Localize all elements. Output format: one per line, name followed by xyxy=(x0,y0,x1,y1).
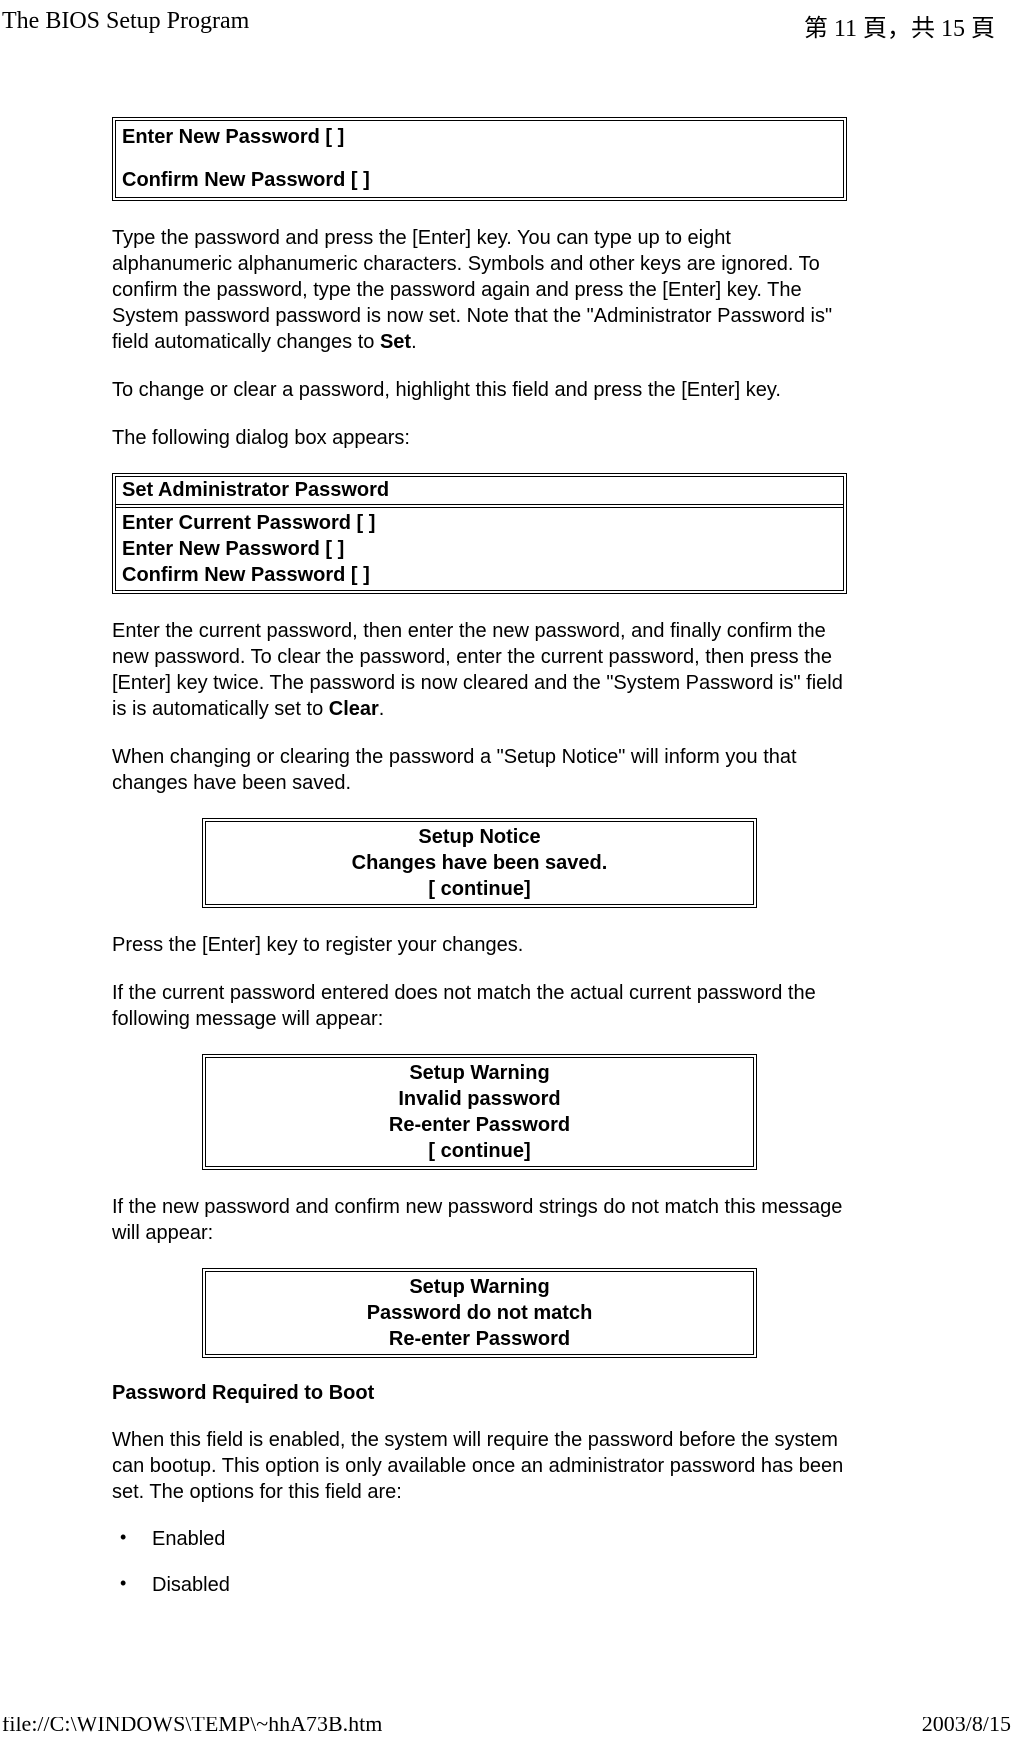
warning-message: Password do not match xyxy=(212,1300,747,1326)
notice-title: Setup Notice xyxy=(212,824,747,850)
options-list: Enabled Disabled xyxy=(112,1527,847,1597)
paragraph: Enter the current password, then enter t… xyxy=(112,618,847,722)
password-entry-box: Enter New Password [ ] Confirm New Passw… xyxy=(112,117,847,201)
confirm-new-password-field: Confirm New Password [ ] xyxy=(122,562,837,588)
warning-title: Setup Warning xyxy=(212,1274,747,1300)
paragraph-text: . xyxy=(411,331,417,353)
warning-instruction: Re-enter Password xyxy=(212,1326,747,1352)
paragraph: Type the password and press the [Enter] … xyxy=(112,225,847,355)
paragraph: If the current password entered does not… xyxy=(112,980,847,1032)
warning-instruction: Re-enter Password xyxy=(212,1112,747,1138)
paragraph: Press the [Enter] key to register your c… xyxy=(112,932,847,958)
clear-label: Clear xyxy=(329,698,379,720)
notice-message: Changes have been saved. xyxy=(212,850,747,876)
paragraph-text: Type the password and press the [Enter] … xyxy=(112,227,832,353)
paragraph: To change or clear a password, highlight… xyxy=(112,377,847,403)
footer-date: 2003/8/15 xyxy=(922,1717,1011,1735)
continue-prompt: [ continue] xyxy=(212,876,747,902)
paragraph-text: Enter the current password, then enter t… xyxy=(112,620,843,720)
box-title: Set Administrator Password xyxy=(116,477,843,508)
file-path: file://C:\WINDOWS\TEMP\~hhA73B.htm xyxy=(2,1717,382,1735)
document-content: Enter New Password [ ] Confirm New Passw… xyxy=(112,117,847,1597)
setup-warning-invalid-box: Setup Warning Invalid password Re-enter … xyxy=(202,1054,757,1170)
enter-current-password-field: Enter Current Password [ ] xyxy=(122,510,837,536)
setup-notice-box: Setup Notice Changes have been saved. [ … xyxy=(202,818,757,908)
list-item: Enabled xyxy=(112,1527,847,1551)
enter-new-password-field: Enter New Password [ ] xyxy=(122,125,837,150)
page-indicator: 第 11 頁，共 15 頁 xyxy=(804,8,995,43)
paragraph: When this field is enabled, the system w… xyxy=(112,1427,847,1505)
warning-message: Invalid password xyxy=(212,1086,747,1112)
section-heading: Password Required to Boot xyxy=(112,1382,847,1405)
page-footer: file://C:\WINDOWS\TEMP\~hhA73B.htm 2003/… xyxy=(0,1717,1013,1735)
set-label: Set xyxy=(380,331,411,353)
set-admin-password-box: Set Administrator Password Enter Current… xyxy=(112,473,847,594)
paragraph: If the new password and confirm new pass… xyxy=(112,1194,847,1246)
doc-title: The BIOS Setup Program xyxy=(2,8,249,43)
confirm-new-password-field: Confirm New Password [ ] xyxy=(122,168,837,193)
paragraph: When changing or clearing the password a… xyxy=(112,744,847,796)
warning-title: Setup Warning xyxy=(212,1060,747,1086)
paragraph: The following dialog box appears: xyxy=(112,425,847,451)
paragraph-text: . xyxy=(379,698,385,720)
page-header: The BIOS Setup Program 第 11 頁，共 15 頁 xyxy=(0,0,1013,47)
setup-warning-mismatch-box: Setup Warning Password do not match Re-e… xyxy=(202,1268,757,1358)
enter-new-password-field: Enter New Password [ ] xyxy=(122,536,837,562)
list-item: Disabled xyxy=(112,1573,847,1597)
continue-prompt: [ continue] xyxy=(212,1138,747,1164)
